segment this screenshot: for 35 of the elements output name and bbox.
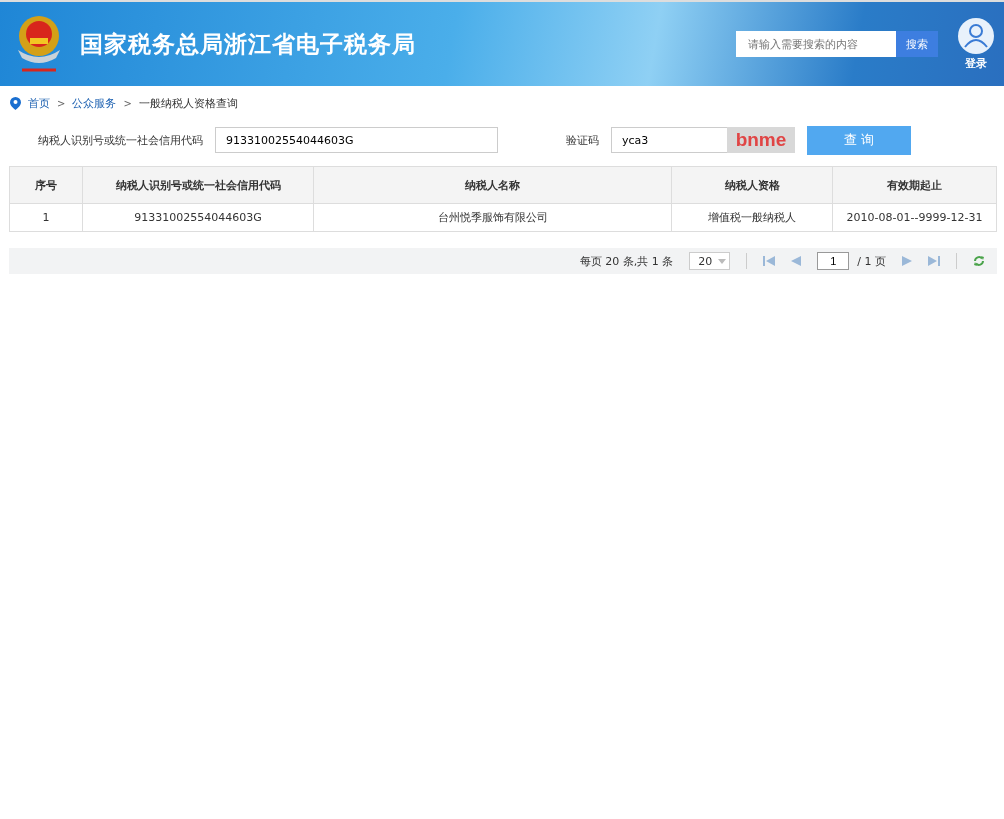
taxpayer-id-field[interactable]: 91331002554044603G xyxy=(215,127,498,153)
last-page-icon[interactable] xyxy=(928,256,940,266)
table-cell: 2010-08-01--9999-12-31 xyxy=(832,203,997,232)
login-button[interactable]: 登录 xyxy=(958,17,994,71)
table-cell: 1 xyxy=(9,203,83,232)
page-summary: 每页 20 条,共 1 条 xyxy=(579,253,674,269)
table-cell: 增值税一般纳税人 xyxy=(671,203,833,232)
breadcrumb-link[interactable]: 公众服务 xyxy=(72,96,117,111)
page-size-select[interactable]: 20 xyxy=(689,252,731,270)
column-header: 有效期起止 xyxy=(832,166,997,204)
page-number-field[interactable]: 1 xyxy=(817,252,850,270)
captcha-field[interactable]: yca3 xyxy=(611,127,728,153)
column-header: 序号 xyxy=(9,166,83,204)
total-pages: / 1 页 xyxy=(857,253,886,269)
column-header: 纳税人资格 xyxy=(671,166,833,204)
first-page-icon[interactable] xyxy=(763,256,776,266)
column-header: 纳税人识别号或统一社会信用代码 xyxy=(82,166,314,204)
column-header: 纳税人名称 xyxy=(313,166,672,204)
location-pin-icon xyxy=(10,97,21,110)
taxpayer-id-label: 纳税人识别号或统一社会信用代码 xyxy=(38,132,203,148)
breadcrumb-link[interactable]: 首页 xyxy=(28,96,50,111)
search-button[interactable]: 搜索 xyxy=(896,31,938,57)
previous-page-icon[interactable] xyxy=(791,256,802,266)
dropdown-caret-icon xyxy=(718,258,727,264)
captcha-label: 验证码 xyxy=(566,132,599,148)
breadcrumb-separator: > xyxy=(123,98,132,109)
breadcrumb-current: 一般纳税人资格查询 xyxy=(138,96,238,111)
refresh-icon[interactable] xyxy=(973,255,985,267)
search-field[interactable]: 请输入需要搜索的内容 xyxy=(736,31,896,57)
table-cell: 台州悦季服饰有限公司 xyxy=(313,203,672,232)
table-cell: 91331002554044603G xyxy=(82,203,314,232)
breadcrumb-separator: > xyxy=(57,98,66,109)
user-icon xyxy=(958,17,994,54)
next-page-icon[interactable] xyxy=(902,256,912,266)
site-title: 国家税务总局浙江省电子税务局 xyxy=(80,29,416,59)
